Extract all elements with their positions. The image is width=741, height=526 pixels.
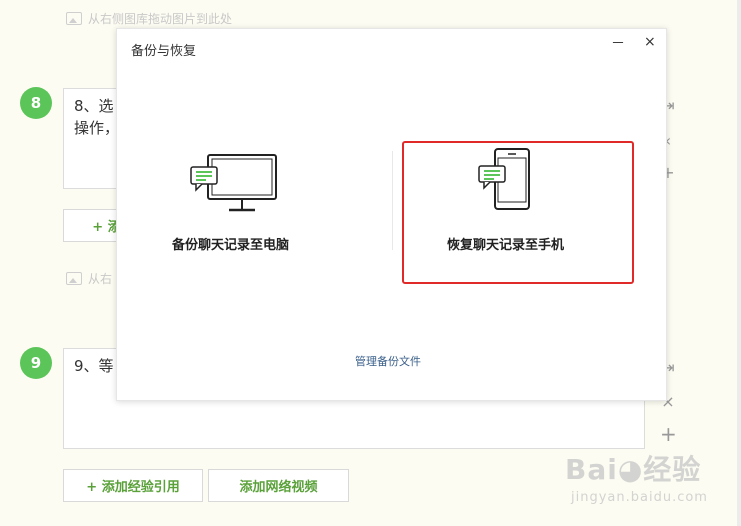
image-drop-hint-2: 从右 [66,270,112,287]
options-divider [392,151,393,250]
computer-chat-icon [190,154,277,212]
image-icon [66,12,82,25]
baidu-jingyan-watermark-url: jingyan.baidu.com [571,490,708,505]
minimize-button[interactable]: － [611,33,625,53]
backup-to-pc-option[interactable]: 备份聊天记录至电脑 [147,139,347,269]
add-step-icon-9[interactable]: + [660,424,677,444]
highlight-box [402,141,634,284]
image-drop-hint: 从右侧图库拖动图片到此处 [66,10,232,27]
manage-backup-files-link[interactable]: 管理备份文件 [355,353,421,369]
step-number-9: 9 [20,347,52,379]
add-web-video-button[interactable]: 添加网络视频 [208,469,349,502]
image-drop-hint-text-2: 从右 [88,272,113,286]
baidu-jingyan-watermark-logo: Bai◕经验 [565,453,702,486]
backup-to-pc-label: 备份聊天记录至电脑 [172,238,290,253]
close-button[interactable]: × [644,34,656,50]
add-experience-reference-button[interactable]: + 添加经验引用 [63,469,203,502]
dialog-title: 备份与恢复 [131,44,197,59]
page-scrollbar[interactable] [737,0,741,526]
backup-restore-dialog: 备份与恢复 － × 备份聊天记录至电脑 恢复聊天记录至手机 管理备份文件 [116,28,667,401]
image-icon [66,272,82,285]
image-drop-hint-text: 从右侧图库拖动图片到此处 [88,12,233,26]
step-number-8: 8 [20,87,52,119]
